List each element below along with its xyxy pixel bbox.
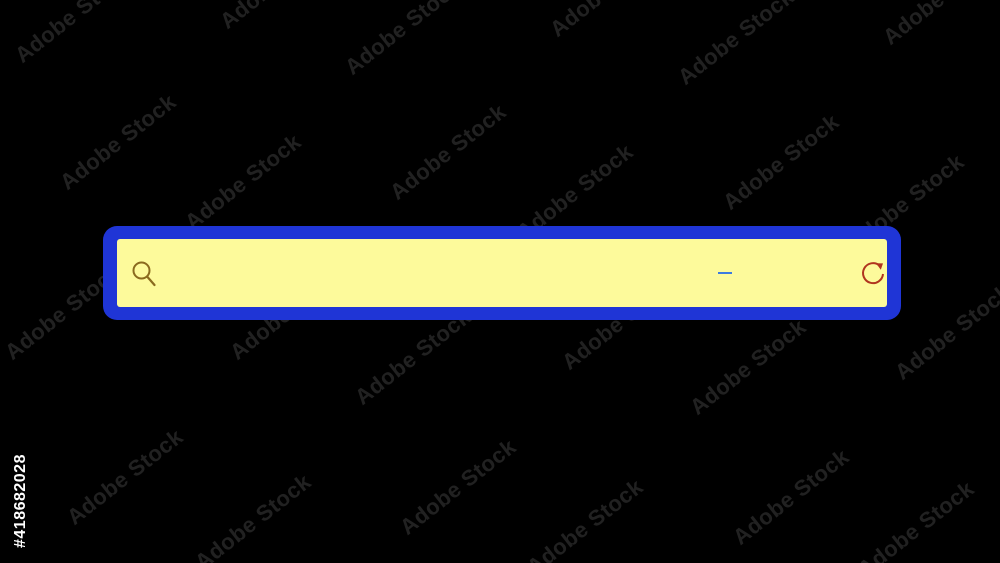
watermark-text: Adobe Stock xyxy=(180,128,306,235)
watermark-text: Adobe Stock xyxy=(728,443,854,550)
watermark-text: Adobe Stock xyxy=(190,468,316,563)
watermark-text: Adobe Stock xyxy=(718,108,844,215)
watermark-text: Adobe Stock xyxy=(10,0,136,68)
watermark-text: Adobe Stock xyxy=(522,473,648,563)
watermark-text: Adobe Stock xyxy=(395,433,521,540)
search-input[interactable] xyxy=(169,251,833,297)
text-cursor xyxy=(718,272,732,274)
watermark-text: Adobe Stock xyxy=(853,475,979,563)
watermark-text: Adobe Stock xyxy=(890,278,1000,385)
watermark-text: Adobe Stock xyxy=(545,0,671,42)
watermark-text: Adobe Stock xyxy=(385,98,511,205)
stock-id-label: #418682028 xyxy=(12,454,29,548)
stock-image-canvas: Adobe Stock Adobe Stock Adobe Stock Adob… xyxy=(0,0,1000,563)
search-bar[interactable] xyxy=(117,239,887,307)
watermark-text: Adobe Stock xyxy=(340,0,466,80)
watermark-text: Adobe Stock xyxy=(62,423,188,530)
search-icon[interactable] xyxy=(131,260,157,288)
watermark-text: Adobe Stock xyxy=(685,313,811,420)
watermark-text: Adobe Stock xyxy=(215,0,341,34)
search-bar-frame xyxy=(103,226,901,320)
refresh-icon[interactable] xyxy=(859,260,887,288)
watermark-text: Adobe Stock xyxy=(673,0,799,90)
watermark-text: Adobe Stock xyxy=(55,88,181,195)
watermark-text: Adobe Stock xyxy=(878,0,1000,50)
